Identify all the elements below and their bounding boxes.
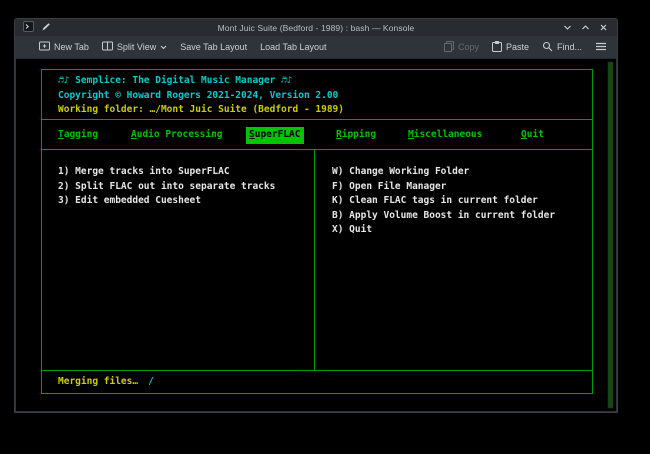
desktop-background: Mont Juic Suite (Bedford - 1989) : bash … [0, 0, 650, 454]
global-option-5[interactable]: X) Quit [332, 223, 592, 238]
menu-bar: Tagging Audio Processing SuperFLAC Ripping M… [42, 120, 592, 149]
superflac-option-3[interactable]: 3) Edit embedded Cuesheet [58, 194, 314, 209]
split-view-label: Split View [117, 42, 156, 52]
minimize-button[interactable] [563, 23, 572, 32]
status-message: Merging files… [58, 375, 138, 390]
semplice-app-frame: ♬♪ Semplice: The Digital Music Manager ♬… [41, 69, 593, 394]
superflac-option-2[interactable]: 2) Split FLAC out into separate tracks [58, 180, 314, 195]
hamburger-menu-button[interactable] [595, 42, 607, 53]
split-view-icon [102, 41, 113, 53]
app-title: ♬♪ Semplice: The Digital Music Manager ♬… [58, 74, 344, 89]
menu-item-ripping[interactable]: Ripping [336, 128, 376, 143]
konsole-app-icon [23, 19, 34, 37]
right-panel: W) Change Working FolderF) Open File Man… [315, 150, 592, 370]
menu-item-quit[interactable]: Quit [521, 128, 544, 143]
save-tab-layout-button[interactable]: Save Tab Layout [180, 42, 247, 52]
search-icon [542, 41, 553, 54]
chevron-down-icon [160, 42, 167, 52]
menu-item-audio-processing[interactable]: Audio Processing [131, 128, 223, 143]
load-tab-layout-label: Load Tab Layout [260, 42, 326, 52]
left-panel: 1) Merge tracks into SuperFLAC2) Split F… [42, 150, 314, 370]
maximize-button[interactable] [581, 23, 590, 32]
window-title: Mont Juic Suite (Bedford - 1989) : bash … [15, 23, 617, 33]
pencil-icon [41, 19, 51, 37]
global-option-2[interactable]: F) Open File Manager [332, 180, 592, 195]
copy-icon [444, 41, 454, 54]
global-option-3[interactable]: K) Clean FLAC tags in current folder [332, 194, 592, 209]
menu-item-miscellaneous[interactable]: Miscellaneous [408, 128, 482, 143]
close-button[interactable] [599, 23, 608, 32]
copy-label: Copy [458, 42, 479, 52]
find-label: Find... [557, 42, 582, 52]
progress-spinner: / [148, 375, 154, 390]
new-tab-icon [39, 41, 50, 53]
new-tab-label: New Tab [54, 42, 89, 52]
titlebar[interactable]: Mont Juic Suite (Bedford - 1989) : bash … [15, 19, 617, 36]
scrollbar-thumb[interactable] [608, 62, 613, 408]
menu-item-superflac[interactable]: SuperFLAC [246, 127, 304, 144]
global-option-1[interactable]: W) Change Working Folder [332, 165, 592, 180]
terminal-viewport[interactable]: ♬♪ Semplice: The Digital Music Manager ♬… [16, 59, 616, 411]
paste-button[interactable]: Paste [492, 41, 529, 54]
paste-label: Paste [506, 42, 529, 52]
app-header: ♬♪ Semplice: The Digital Music Manager ♬… [42, 70, 344, 118]
copy-button[interactable]: Copy [444, 41, 479, 54]
load-tab-layout-button[interactable]: Load Tab Layout [260, 42, 326, 52]
terminal-scrollbar[interactable] [607, 61, 614, 409]
hamburger-icon [595, 42, 607, 53]
app-copyright: Copyright © Howard Rogers 2021-2024, Ver… [58, 89, 344, 104]
konsole-window: Mont Juic Suite (Bedford - 1989) : bash … [14, 18, 618, 413]
save-tab-layout-label: Save Tab Layout [180, 42, 247, 52]
toolbar: New Tab Split View Save Tab Layout Load … [15, 36, 617, 59]
menu-item-tagging[interactable]: Tagging [58, 128, 98, 143]
split-view-button[interactable]: Split View [102, 41, 167, 53]
paste-icon [492, 41, 502, 54]
global-option-4[interactable]: B) Apply Volume Boost in current folder [332, 209, 592, 224]
find-button[interactable]: Find... [542, 41, 582, 54]
superflac-option-1[interactable]: 1) Merge tracks into SuperFLAC [58, 165, 314, 180]
new-tab-button[interactable]: New Tab [39, 41, 89, 53]
working-folder: Working folder: …/Mont Juic Suite (Bedfo… [58, 103, 344, 118]
status-bar: Merging files… / [42, 371, 592, 393]
